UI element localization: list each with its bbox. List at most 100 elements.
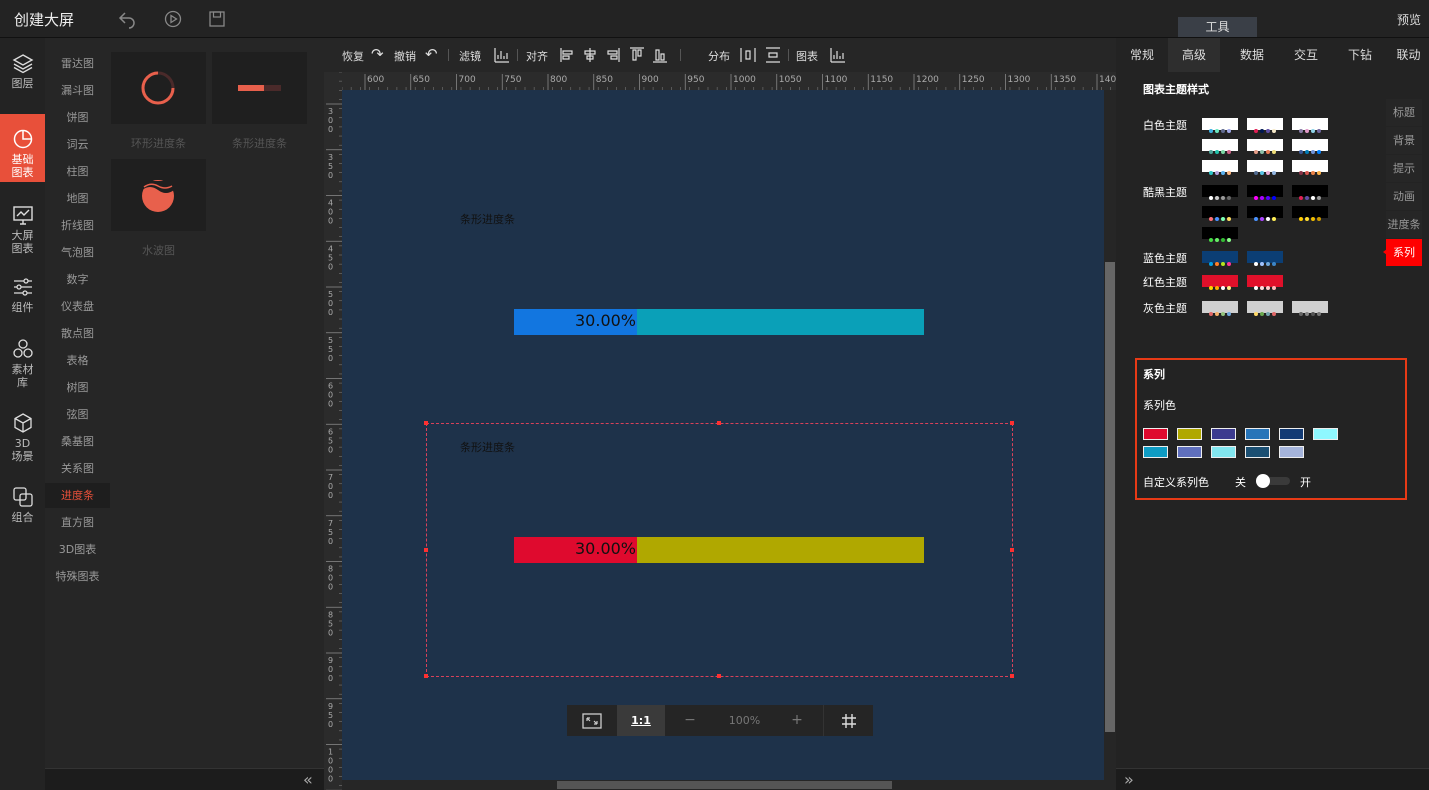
series-color-swatch[interactable] bbox=[1177, 428, 1202, 440]
side-tab[interactable]: 标题 bbox=[1386, 99, 1422, 126]
theme-swatch[interactable] bbox=[1292, 139, 1328, 154]
series-color-swatch[interactable] bbox=[1211, 428, 1236, 440]
theme-swatch[interactable] bbox=[1202, 118, 1238, 133]
tab-advanced[interactable]: 高级 bbox=[1168, 38, 1220, 72]
align-top-icon[interactable] bbox=[629, 47, 645, 66]
side-tab[interactable]: 进度条 bbox=[1386, 211, 1422, 238]
category-item[interactable]: 漏斗图 bbox=[45, 78, 110, 103]
theme-swatch[interactable] bbox=[1292, 118, 1328, 133]
resize-handle[interactable] bbox=[424, 674, 428, 678]
progress-bar-widget[interactable]: 30.00% bbox=[514, 537, 924, 563]
category-item[interactable]: 桑基图 bbox=[45, 429, 110, 454]
align-left-icon[interactable] bbox=[560, 47, 574, 66]
theme-swatch[interactable] bbox=[1202, 160, 1238, 175]
nav-combine[interactable]: 组合 bbox=[0, 486, 45, 546]
horizontal-scrollbar[interactable] bbox=[342, 780, 1104, 790]
theme-swatch[interactable] bbox=[1202, 251, 1238, 266]
side-tab[interactable]: 背景 bbox=[1386, 127, 1422, 154]
theme-swatch[interactable] bbox=[1247, 275, 1283, 290]
category-item[interactable]: 弦图 bbox=[45, 402, 110, 427]
theme-swatch[interactable] bbox=[1202, 227, 1238, 242]
align-button[interactable]: 对齐 bbox=[526, 48, 548, 64]
tab-drilldown[interactable]: 下钻 bbox=[1334, 38, 1386, 72]
category-item[interactable]: 折线图 bbox=[45, 213, 110, 238]
theme-swatch[interactable] bbox=[1247, 206, 1283, 221]
gallery-item-liquid-fill[interactable] bbox=[111, 159, 206, 231]
distribute-v-icon[interactable] bbox=[765, 47, 781, 66]
category-item[interactable]: 雷达图 bbox=[45, 51, 110, 76]
nav-screen-charts[interactable]: 大屏图表 bbox=[0, 204, 45, 264]
nav-materials[interactable]: 素材库 bbox=[0, 338, 45, 398]
align-bottom-icon[interactable] bbox=[652, 47, 668, 66]
series-color-swatch[interactable] bbox=[1177, 446, 1202, 458]
progress-bar-widget[interactable]: 30.00% bbox=[514, 309, 924, 335]
nav-basic-charts[interactable]: 基础图表 bbox=[0, 114, 45, 182]
zoom-out-button[interactable]: − bbox=[675, 705, 705, 736]
resize-handle[interactable] bbox=[424, 548, 428, 552]
gallery-item-ring-progress[interactable] bbox=[111, 52, 206, 124]
back-icon[interactable] bbox=[117, 9, 137, 29]
theme-swatch[interactable] bbox=[1247, 251, 1283, 266]
resize-handle[interactable] bbox=[1010, 674, 1014, 678]
series-color-swatch[interactable] bbox=[1245, 428, 1270, 440]
undo-icon[interactable]: ↶ bbox=[425, 45, 438, 63]
series-color-swatch[interactable] bbox=[1245, 446, 1270, 458]
category-item[interactable]: 直方图 bbox=[45, 510, 110, 535]
custom-series-color-toggle[interactable] bbox=[1256, 474, 1290, 488]
chart-button[interactable]: 图表 bbox=[796, 48, 818, 64]
series-color-swatch[interactable] bbox=[1143, 446, 1168, 458]
resize-handle[interactable] bbox=[1010, 548, 1014, 552]
design-canvas[interactable]: 条形进度条 30.00% 条形进度条 30.00% bbox=[342, 90, 1104, 780]
theme-swatch[interactable] bbox=[1202, 185, 1238, 200]
series-color-swatch[interactable] bbox=[1143, 428, 1168, 440]
side-tab[interactable]: 动画 bbox=[1386, 183, 1422, 210]
zoom-in-button[interactable]: + bbox=[782, 705, 812, 736]
category-item[interactable]: 饼图 bbox=[45, 105, 110, 130]
category-item[interactable]: 特殊图表 bbox=[45, 564, 110, 589]
chart-icon[interactable] bbox=[830, 47, 846, 66]
category-item[interactable]: 关系图 bbox=[45, 456, 110, 481]
horizontal-scroll-thumb[interactable] bbox=[557, 781, 892, 789]
theme-swatch[interactable] bbox=[1202, 275, 1238, 290]
category-item[interactable]: 词云 bbox=[45, 132, 110, 157]
distribute-h-icon[interactable] bbox=[740, 47, 756, 66]
theme-swatch[interactable] bbox=[1247, 139, 1283, 154]
theme-swatch[interactable] bbox=[1202, 206, 1238, 221]
gallery-item-bar-progress[interactable] bbox=[212, 52, 307, 124]
fit-screen-button[interactable] bbox=[567, 705, 617, 736]
tab-data[interactable]: 数据 bbox=[1226, 38, 1278, 72]
category-item[interactable]: 树图 bbox=[45, 375, 110, 400]
collapse-left-panel[interactable]: « bbox=[45, 768, 324, 790]
theme-swatch[interactable] bbox=[1247, 301, 1283, 316]
tools-tab[interactable]: 工具 bbox=[1178, 17, 1257, 37]
tab-general[interactable]: 常规 bbox=[1116, 38, 1168, 72]
theme-swatch[interactable] bbox=[1247, 160, 1283, 175]
distribute-button[interactable]: 分布 bbox=[708, 48, 730, 64]
tab-interaction[interactable]: 交互 bbox=[1280, 38, 1332, 72]
undo-button[interactable]: 撤销 bbox=[394, 48, 416, 64]
series-color-swatch[interactable] bbox=[1279, 428, 1304, 440]
category-item[interactable]: 进度条 bbox=[45, 483, 110, 508]
nav-layers[interactable]: 图层 bbox=[0, 52, 45, 112]
theme-swatch[interactable] bbox=[1247, 118, 1283, 133]
theme-swatch[interactable] bbox=[1292, 185, 1328, 200]
play-icon[interactable] bbox=[163, 9, 183, 29]
tab-linkage[interactable]: 联动 bbox=[1388, 38, 1429, 72]
theme-swatch[interactable] bbox=[1292, 160, 1328, 175]
category-item[interactable]: 仪表盘 bbox=[45, 294, 110, 319]
category-item[interactable]: 地图 bbox=[45, 186, 110, 211]
collapse-right-panel[interactable]: » bbox=[1116, 768, 1429, 790]
redo-button[interactable]: 恢复 bbox=[342, 48, 364, 64]
category-item[interactable]: 散点图 bbox=[45, 321, 110, 346]
grid-toggle-button[interactable] bbox=[823, 705, 873, 736]
zoom-one-to-one-button[interactable]: 1:1 bbox=[617, 705, 665, 736]
align-right-icon[interactable] bbox=[606, 47, 620, 66]
theme-swatch[interactable] bbox=[1202, 139, 1238, 154]
vertical-scrollbar[interactable] bbox=[1104, 90, 1116, 790]
resize-handle[interactable] bbox=[1010, 421, 1014, 425]
theme-swatch[interactable] bbox=[1292, 206, 1328, 221]
category-item[interactable]: 3D图表 bbox=[45, 537, 110, 562]
side-tab[interactable]: 提示 bbox=[1386, 155, 1422, 182]
series-color-swatch[interactable] bbox=[1313, 428, 1338, 440]
category-item[interactable]: 数字 bbox=[45, 267, 110, 292]
